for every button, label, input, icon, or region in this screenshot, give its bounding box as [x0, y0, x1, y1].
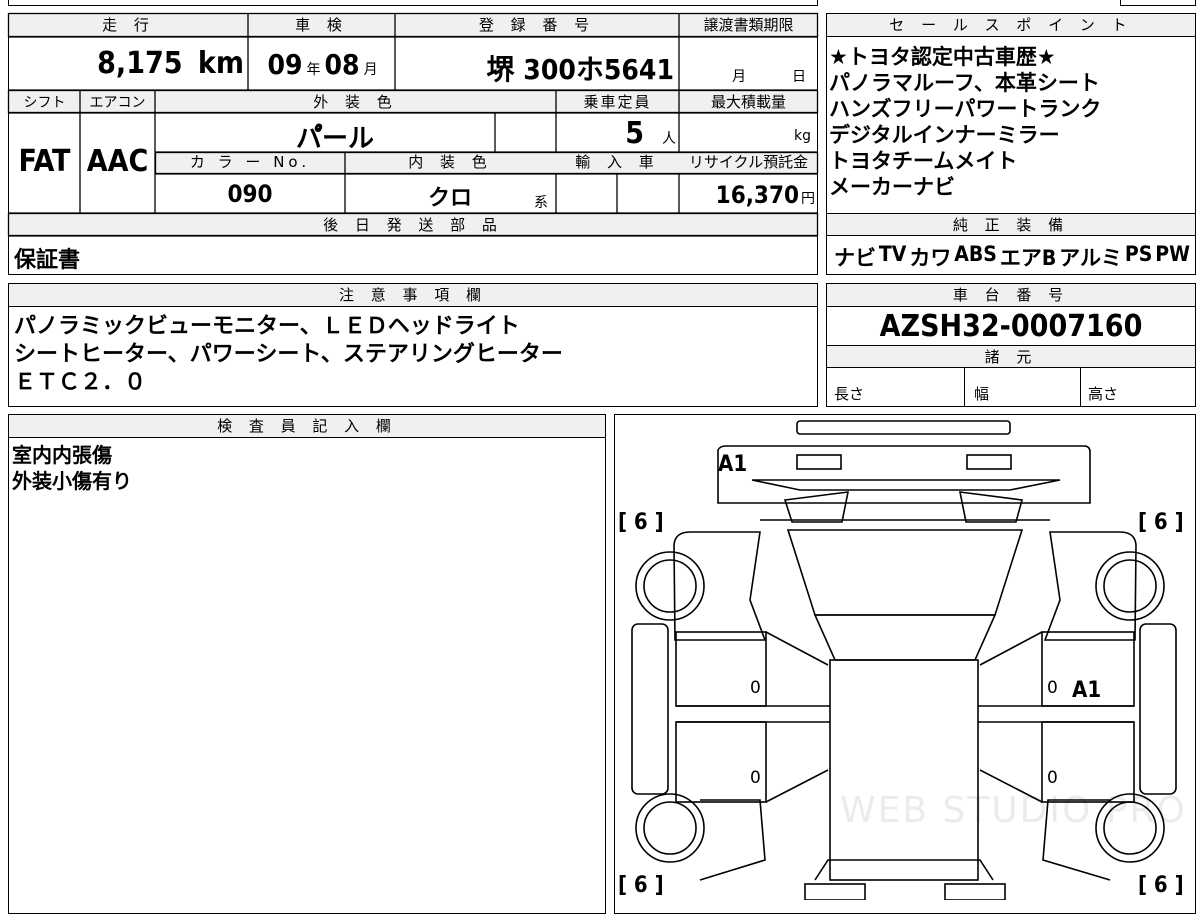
headlight-right: [958, 491, 1024, 523]
headlight-left: [783, 491, 850, 523]
watermark: WEB STUDIO PRO: [840, 790, 1187, 831]
mark-rear-right-tire: [ 6 ]: [1138, 873, 1184, 898]
rear-window: [814, 859, 994, 881]
left-side-bar: [631, 623, 669, 795]
right-side-bar: [1139, 623, 1177, 795]
grille: [751, 479, 1061, 491]
mark-door-zero: 0: [1047, 768, 1058, 788]
mark-rear-left-tire: [ 6 ]: [618, 873, 664, 898]
mark-door-zero: 0: [1047, 678, 1058, 698]
left-front-door-b: [675, 721, 767, 803]
rear-left-wheel: [635, 793, 705, 863]
rear-bumper-right: [944, 883, 1006, 900]
roof: [813, 614, 997, 661]
front-lamp-right: [966, 454, 1012, 470]
front-right-wheel: [1095, 551, 1165, 621]
mark-front-panel: A1: [718, 452, 748, 477]
front-bumper-bar: [796, 420, 1011, 435]
roof-panel: [829, 659, 979, 881]
body-outline: [673, 531, 767, 641]
front-panel: [717, 445, 1091, 504]
front-lamp-left: [796, 454, 842, 470]
front-left-wheel: [635, 551, 705, 621]
body-outline-right: [1043, 531, 1137, 641]
mark-front-left-tire: [ 6 ]: [618, 510, 664, 535]
mark-door-zero: 0: [750, 768, 761, 788]
mark-front-right-tire: [ 6 ]: [1138, 510, 1184, 535]
mark-door-zero: 0: [750, 678, 761, 698]
rear-bumper: [804, 883, 866, 900]
windshield: [786, 529, 1024, 616]
car-diagram: [631, 420, 1177, 900]
rear-body-left: [699, 799, 766, 881]
mark-right-front-door: A1: [1072, 678, 1102, 703]
